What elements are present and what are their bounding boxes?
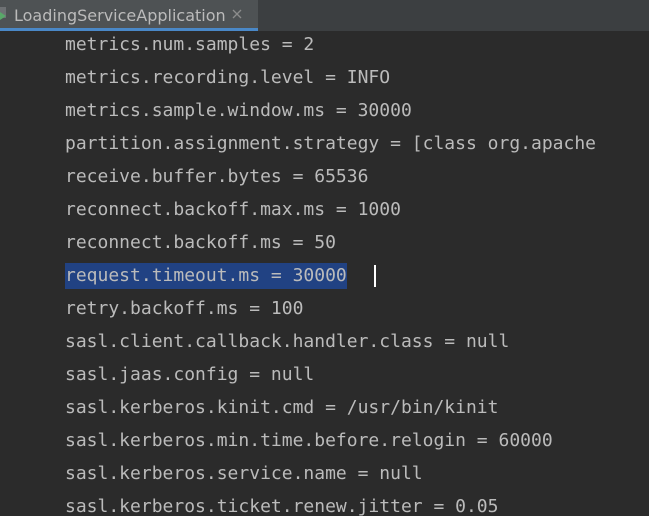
console-line[interactable]: metrics.sample.window.ms = 30000 (65, 98, 412, 124)
tab-loading-service-application[interactable]: LoadingServiceApplication (0, 0, 258, 31)
run-icon (0, 7, 9, 21)
console-line[interactable]: reconnect.backoff.max.ms = 1000 (65, 197, 401, 223)
text-caret (374, 265, 376, 287)
ide-window: LoadingServiceApplication metrics.num.sa… (0, 0, 649, 516)
console-line[interactable]: reconnect.backoff.ms = 50 (65, 230, 336, 256)
console-line[interactable]: sasl.jaas.config = null (65, 362, 314, 388)
console-line[interactable]: partition.assignment.strategy = [class o… (65, 131, 596, 157)
console-line[interactable]: receive.buffer.bytes = 65536 (65, 164, 368, 190)
console-line[interactable]: sasl.kerberos.kinit.cmd = /usr/bin/kinit (65, 395, 498, 421)
console-line[interactable]: sasl.kerberos.ticket.renew.jitter = 0.05 (65, 494, 498, 516)
console-line[interactable]: metrics.recording.level = INFO (65, 65, 390, 91)
console-line-selected[interactable]: request.timeout.ms = 30000 (65, 263, 347, 289)
console-line[interactable]: sasl.client.callback.handler.class = nul… (65, 329, 509, 355)
console-line[interactable]: sasl.kerberos.service.name = null (65, 461, 423, 487)
console-line[interactable]: retry.backoff.ms = 100 (65, 296, 303, 322)
console-line[interactable]: sasl.kerberos.min.time.before.relogin = … (65, 428, 553, 454)
close-icon[interactable] (230, 7, 244, 21)
console-line[interactable]: metrics.num.samples = 2 (65, 32, 314, 58)
tab-bar: LoadingServiceApplication (0, 0, 649, 32)
tab-title: LoadingServiceApplication (14, 6, 226, 25)
console-output[interactable]: metrics.num.samples = 2 metrics.recordin… (0, 31, 649, 516)
